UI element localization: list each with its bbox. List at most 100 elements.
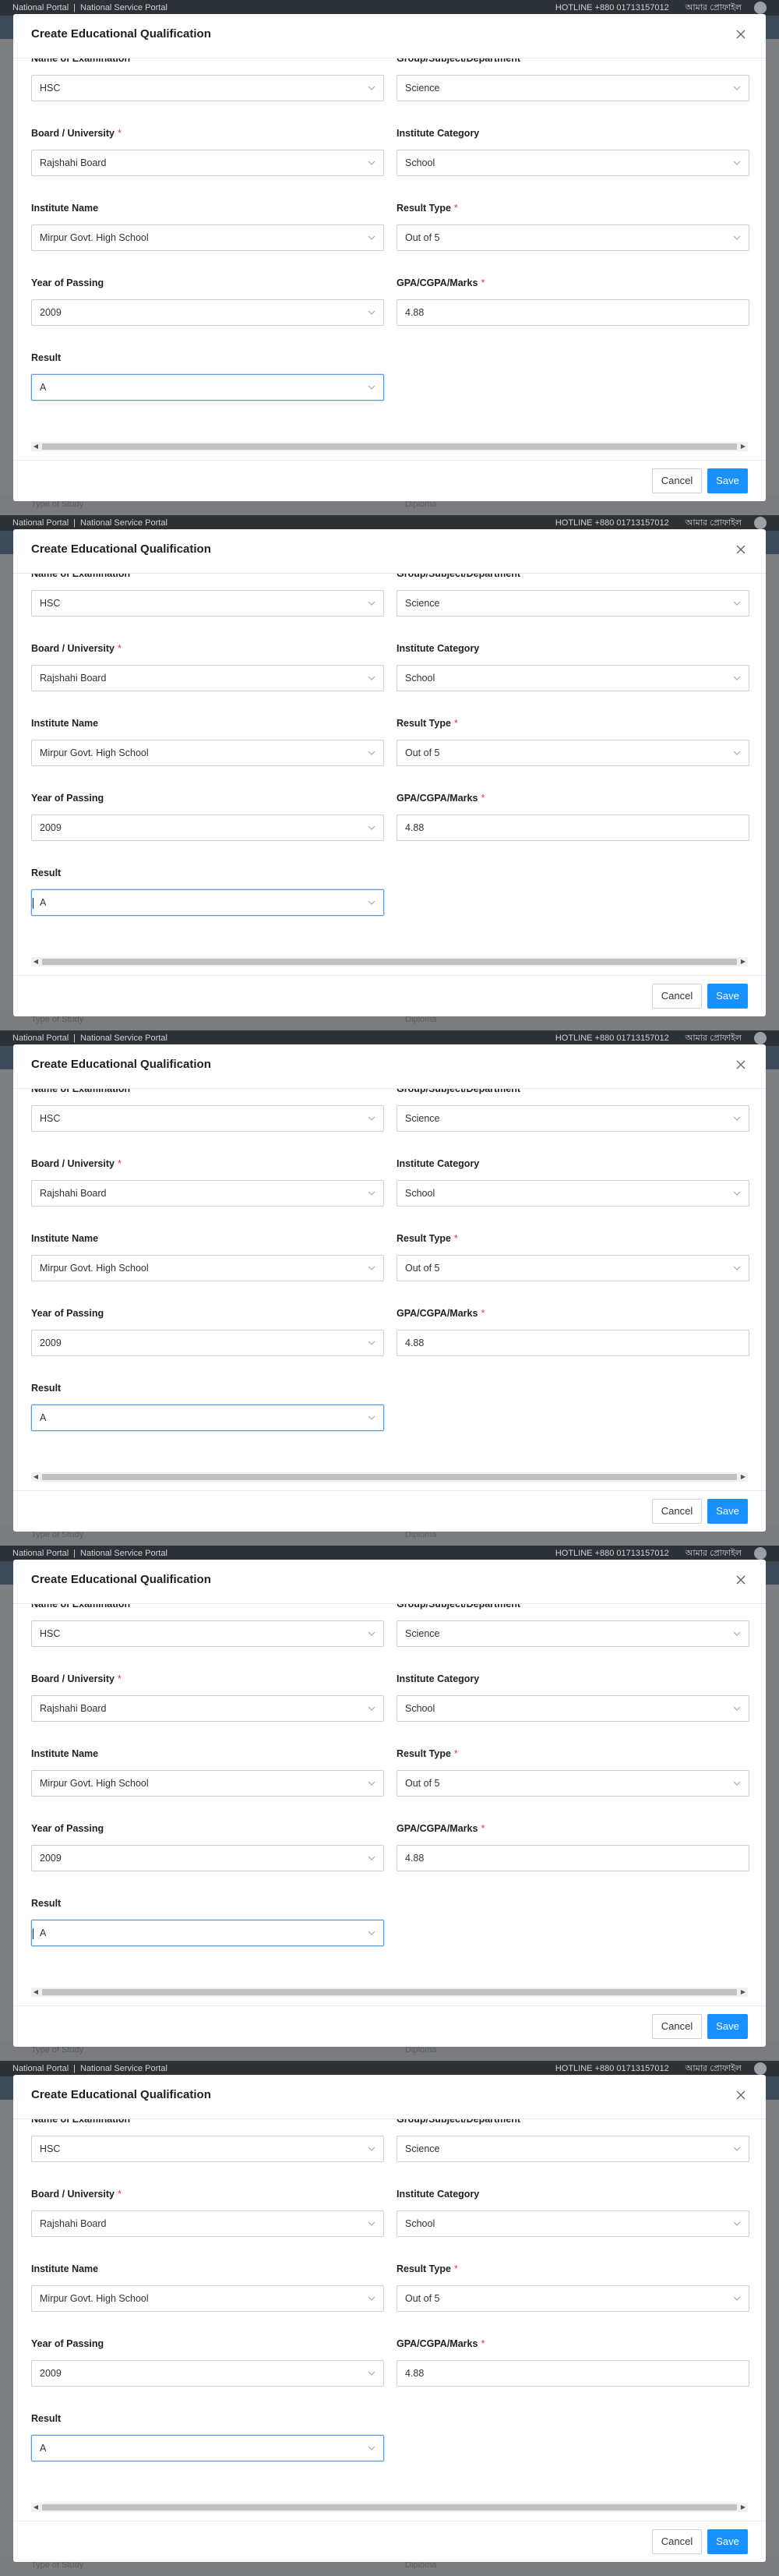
cancel-button[interactable]: Cancel <box>652 2014 702 2039</box>
gpa-input[interactable]: 4.88 <box>397 814 749 841</box>
result-select[interactable]: A <box>31 374 384 401</box>
scroll-left-arrow[interactable]: ◀ <box>31 442 41 451</box>
account-link[interactable]: আমার প্রোফাইল <box>686 3 742 12</box>
result-type-select[interactable]: Out of 5 <box>397 740 749 766</box>
national-portal-link[interactable]: National Portal <box>12 1034 69 1043</box>
name-of-examination-select[interactable]: HSC <box>31 75 384 101</box>
gpa-input[interactable]: 4.88 <box>397 299 749 326</box>
cancel-button[interactable]: Cancel <box>652 1499 702 1524</box>
scrollbar-thumb[interactable] <box>42 2504 737 2511</box>
year-of-passing-select[interactable]: 2009 <box>31 2360 384 2387</box>
board-university-select[interactable]: Rajshahi Board <box>31 665 384 691</box>
year-of-passing-select[interactable]: 2009 <box>31 1845 384 1871</box>
year-of-passing-select[interactable]: 2009 <box>31 299 384 326</box>
name-of-examination-select[interactable]: HSC <box>31 2136 384 2162</box>
board-university-select[interactable]: Rajshahi Board <box>31 2210 384 2237</box>
result-type-select[interactable]: Out of 5 <box>397 2285 749 2312</box>
horizontal-scrollbar[interactable]: ◀ ▶ <box>31 1472 748 1482</box>
national-portal-link[interactable]: National Portal <box>12 3 69 12</box>
group-subject-department-select[interactable]: Science <box>397 2136 749 2162</box>
institute-category-select[interactable]: School <box>397 150 749 176</box>
scrollbar-thumb[interactable] <box>42 443 737 450</box>
scroll-right-arrow[interactable]: ▶ <box>738 442 748 451</box>
gpa-input[interactable]: 4.88 <box>397 1330 749 1356</box>
institute-name-select[interactable]: Mirpur Govt. High School <box>31 1255 384 1281</box>
name-of-examination-select[interactable]: HSC <box>31 590 384 617</box>
scrollbar-thumb[interactable] <box>42 1989 737 1995</box>
board-university-select[interactable]: Rajshahi Board <box>31 1180 384 1207</box>
avatar[interactable] <box>754 1547 767 1560</box>
close-button[interactable] <box>731 25 750 44</box>
national-service-portal-link[interactable]: National Service Portal <box>80 2064 167 2073</box>
institute-name-select[interactable]: Mirpur Govt. High School <box>31 2285 384 2312</box>
result-select[interactable]: A <box>31 1920 384 1946</box>
avatar[interactable] <box>754 2 767 14</box>
cancel-button[interactable]: Cancel <box>652 2529 702 2554</box>
save-button[interactable]: Save <box>707 468 748 493</box>
scroll-right-arrow[interactable]: ▶ <box>738 1988 748 1997</box>
account-link[interactable]: আমার প্রোফাইল <box>686 1034 742 1043</box>
cancel-button[interactable]: Cancel <box>652 984 702 1009</box>
close-button[interactable] <box>731 1571 750 1589</box>
institute-name-select[interactable]: Mirpur Govt. High School <box>31 1770 384 1797</box>
board-university-select[interactable]: Rajshahi Board <box>31 150 384 176</box>
save-button[interactable]: Save <box>707 2014 748 2039</box>
result-select[interactable]: A <box>31 889 384 916</box>
result-type-select[interactable]: Out of 5 <box>397 1770 749 1797</box>
gpa-input[interactable]: 4.88 <box>397 1845 749 1871</box>
national-service-portal-link[interactable]: National Service Portal <box>80 3 167 12</box>
scroll-right-arrow[interactable]: ▶ <box>738 2503 748 2512</box>
avatar[interactable] <box>754 517 767 529</box>
scroll-left-arrow[interactable]: ◀ <box>31 1472 41 1482</box>
scrollbar-thumb[interactable] <box>42 1474 737 1480</box>
national-service-portal-link[interactable]: National Service Portal <box>80 518 167 528</box>
national-service-portal-link[interactable]: National Service Portal <box>80 1549 167 1558</box>
gpa-input[interactable]: 4.88 <box>397 2360 749 2387</box>
scrollbar-thumb[interactable] <box>42 959 737 965</box>
group-subject-department-select[interactable]: Science <box>397 1620 749 1647</box>
group-subject-department-select[interactable]: Science <box>397 1105 749 1132</box>
horizontal-scrollbar[interactable]: ◀ ▶ <box>31 1988 748 1997</box>
institute-category-select[interactable]: School <box>397 1695 749 1722</box>
horizontal-scrollbar[interactable]: ◀ ▶ <box>31 442 748 451</box>
horizontal-scrollbar[interactable]: ◀ ▶ <box>31 957 748 966</box>
institute-name-select[interactable]: Mirpur Govt. High School <box>31 740 384 766</box>
avatar[interactable] <box>754 2062 767 2075</box>
institute-name-select[interactable]: Mirpur Govt. High School <box>31 224 384 251</box>
scroll-left-arrow[interactable]: ◀ <box>31 2503 41 2512</box>
cancel-button[interactable]: Cancel <box>652 468 702 493</box>
scroll-left-arrow[interactable]: ◀ <box>31 1988 41 1997</box>
board-university-select[interactable]: Rajshahi Board <box>31 1695 384 1722</box>
save-button[interactable]: Save <box>707 1499 748 1524</box>
year-of-passing-select[interactable]: 2009 <box>31 1330 384 1356</box>
scroll-right-arrow[interactable]: ▶ <box>738 957 748 966</box>
result-select[interactable]: A <box>31 1405 384 1431</box>
institute-category-select[interactable]: School <box>397 1180 749 1207</box>
scroll-right-arrow[interactable]: ▶ <box>738 1472 748 1482</box>
institute-category-select[interactable]: School <box>397 2210 749 2237</box>
close-button[interactable] <box>731 540 750 559</box>
group-subject-department-select[interactable]: Science <box>397 590 749 617</box>
account-link[interactable]: আমার প্রোফাইল <box>686 1549 742 1558</box>
result-select[interactable]: A <box>31 2435 384 2461</box>
scroll-left-arrow[interactable]: ◀ <box>31 957 41 966</box>
national-portal-link[interactable]: National Portal <box>12 1549 69 1558</box>
close-button[interactable] <box>731 1055 750 1074</box>
national-portal-link[interactable]: National Portal <box>12 2064 69 2073</box>
national-service-portal-link[interactable]: National Service Portal <box>80 1034 167 1043</box>
result-type-select[interactable]: Out of 5 <box>397 1255 749 1281</box>
national-portal-link[interactable]: National Portal <box>12 518 69 528</box>
group-subject-department-select[interactable]: Science <box>397 75 749 101</box>
name-of-examination-select[interactable]: HSC <box>31 1620 384 1647</box>
institute-category-select[interactable]: School <box>397 665 749 691</box>
save-button[interactable]: Save <box>707 2529 748 2554</box>
result-type-select[interactable]: Out of 5 <box>397 224 749 251</box>
account-link[interactable]: আমার প্রোফাইল <box>686 2064 742 2073</box>
year-of-passing-select[interactable]: 2009 <box>31 814 384 841</box>
name-of-examination-select[interactable]: HSC <box>31 1105 384 1132</box>
avatar[interactable] <box>754 1032 767 1044</box>
account-link[interactable]: আমার প্রোফাইল <box>686 518 742 528</box>
save-button[interactable]: Save <box>707 984 748 1009</box>
close-button[interactable] <box>731 2086 750 2104</box>
horizontal-scrollbar[interactable]: ◀ ▶ <box>31 2503 748 2512</box>
